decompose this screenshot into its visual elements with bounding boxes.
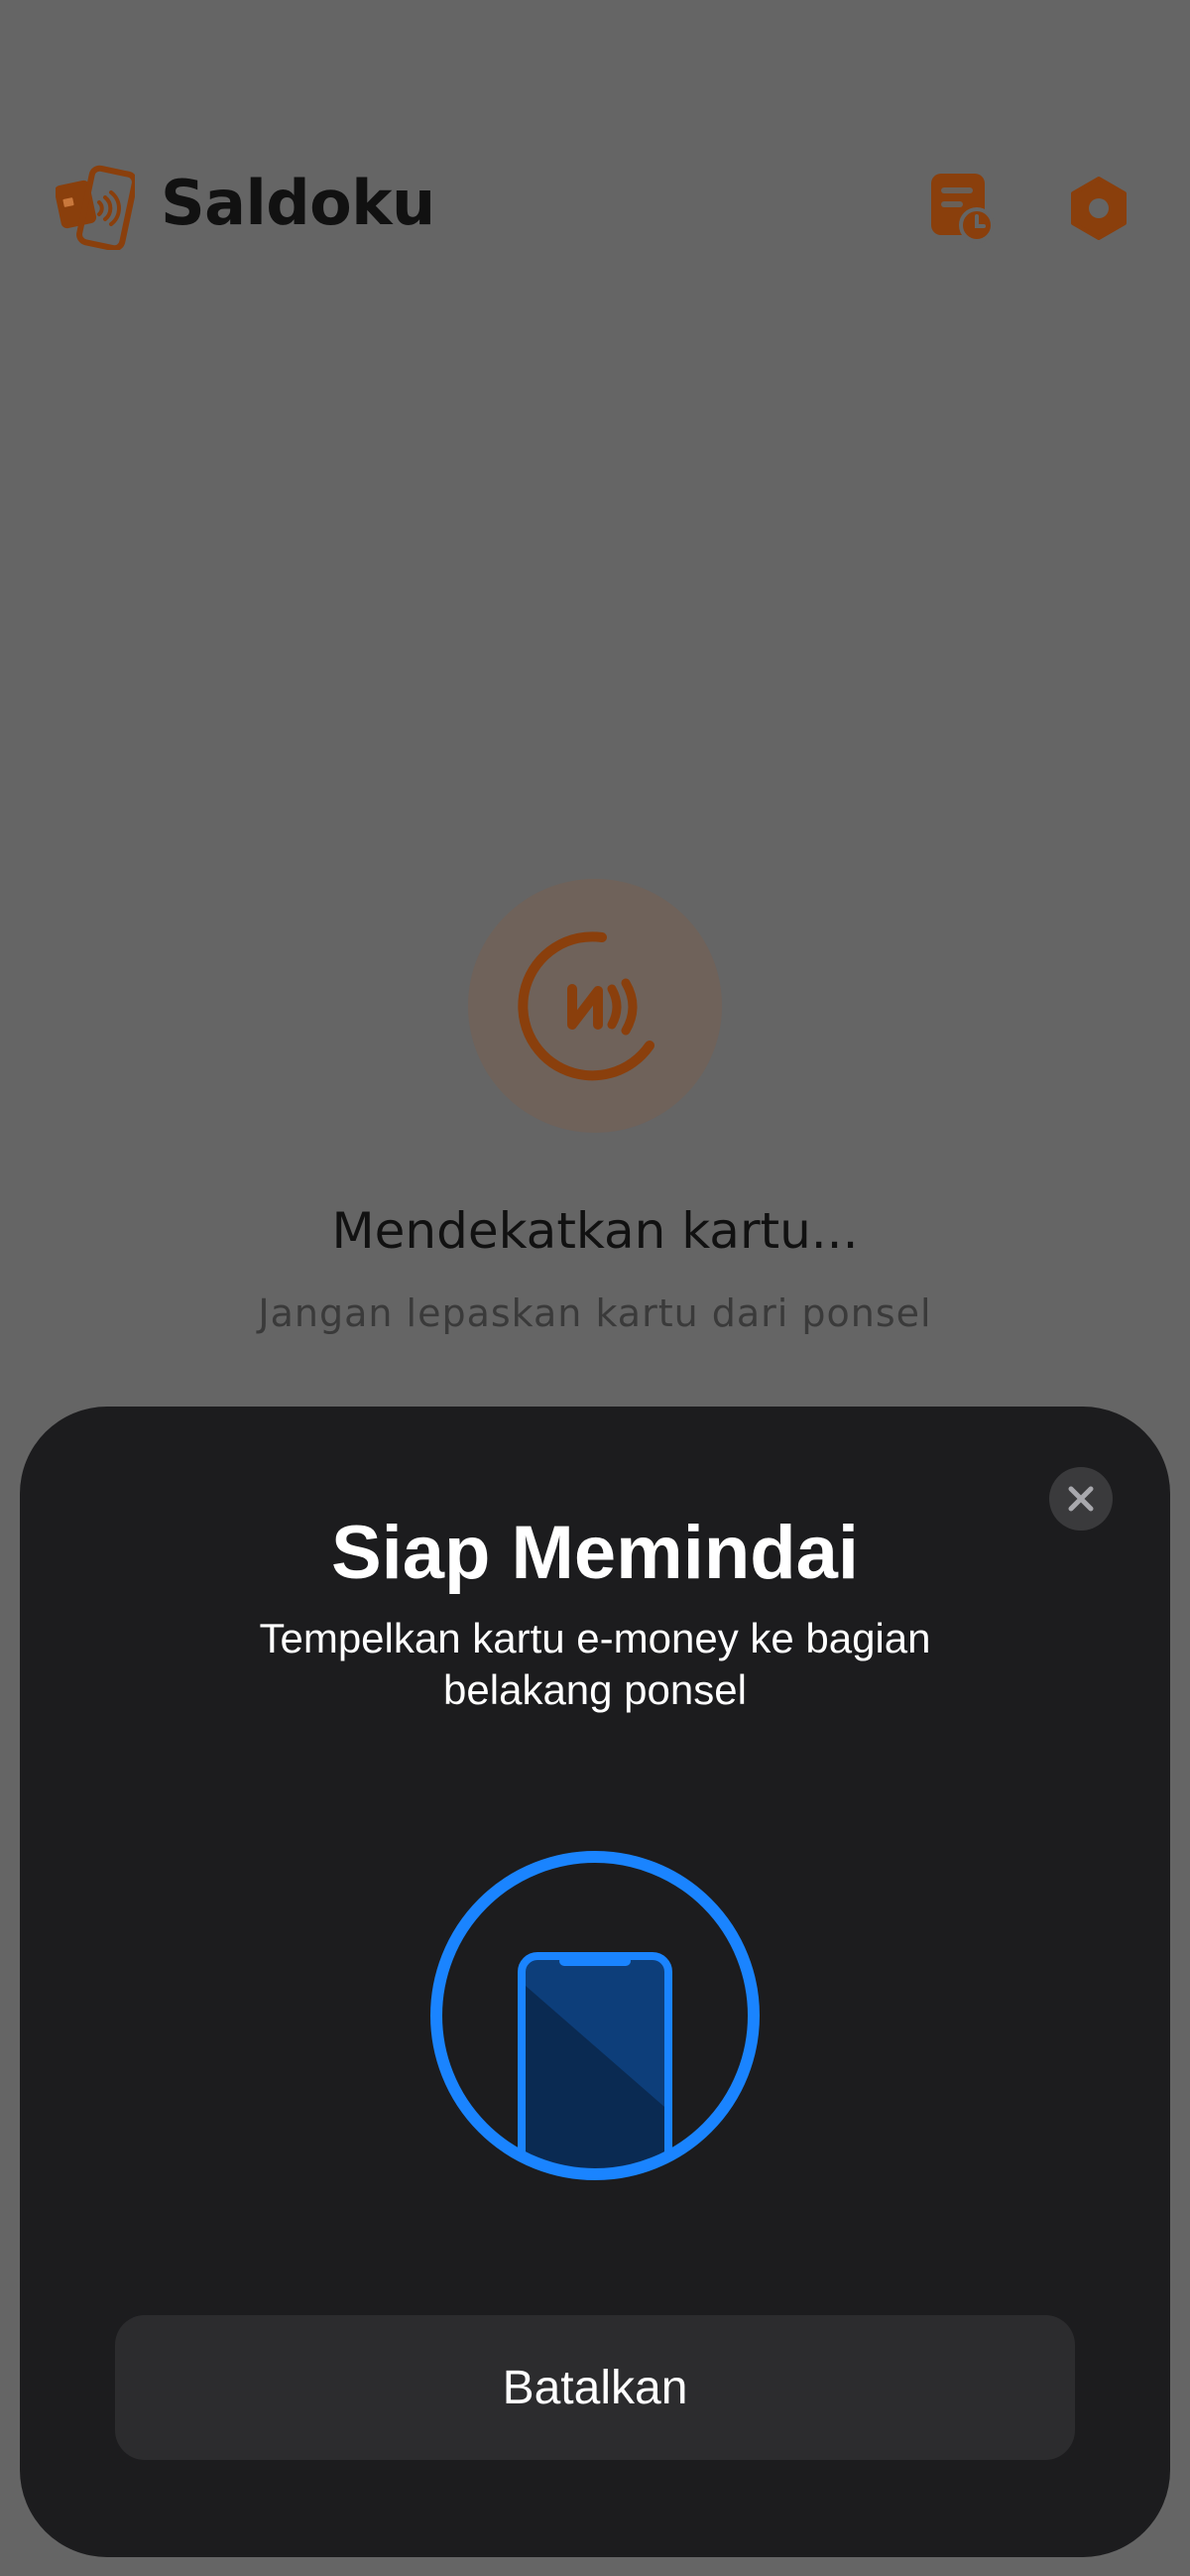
app-header: Saldoku bbox=[0, 0, 1190, 298]
settings-button[interactable] bbox=[1059, 169, 1138, 248]
history-icon bbox=[931, 174, 995, 243]
sheet-title: Siap Memindai bbox=[330, 1511, 860, 1595]
history-button[interactable] bbox=[920, 167, 1000, 246]
status-title: Mendekatkan kartu... bbox=[331, 1202, 859, 1260]
settings-icon bbox=[1071, 177, 1127, 240]
app-logo-icon bbox=[56, 165, 135, 250]
nfc-status-badge bbox=[468, 879, 722, 1133]
cancel-button[interactable]: Batalkan bbox=[115, 2315, 1075, 2460]
app-title: Saldoku bbox=[161, 167, 435, 239]
sheet-message: Tempelkan kartu e-money ke bagian belaka… bbox=[259, 1615, 931, 1713]
app-screen: Saldoku Mendekatkan kartu... Jangan lepa… bbox=[0, 0, 1190, 2576]
nfc-icon bbox=[518, 931, 654, 1081]
phone-scan-icon bbox=[430, 1851, 760, 2180]
status-subtitle: Jangan lepaskan kartu dari ponsel bbox=[258, 1291, 932, 1335]
